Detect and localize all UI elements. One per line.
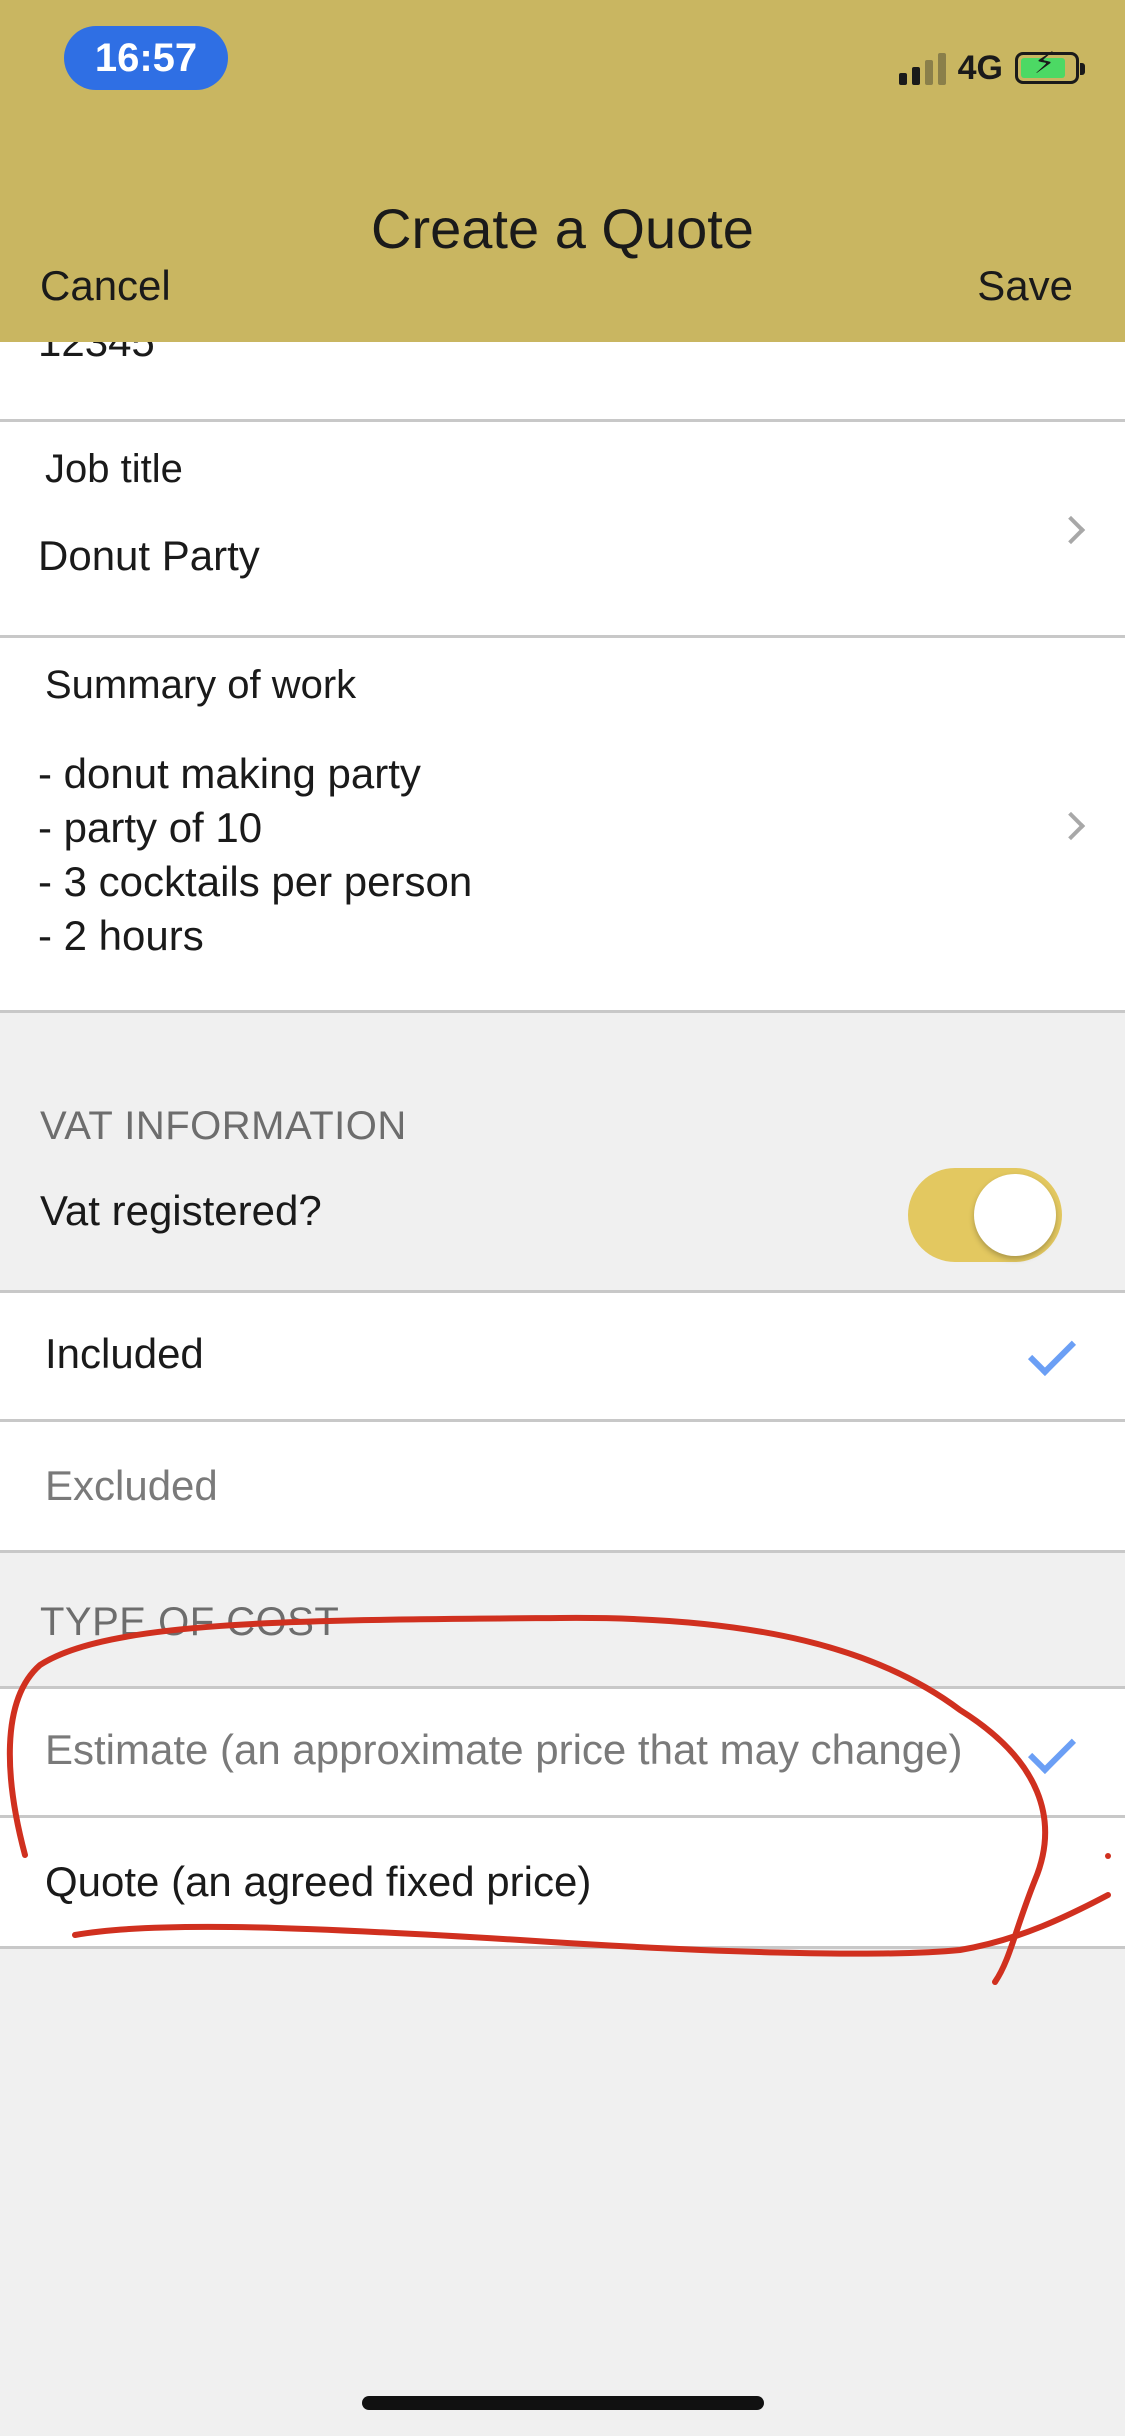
job-title-label: Job title — [45, 447, 183, 491]
cost-type-section-header: TYPE OF COST — [40, 1600, 340, 1644]
divider — [0, 1010, 1125, 1013]
vat-registered-toggle[interactable] — [908, 1168, 1062, 1262]
page-title: Create a Quote — [371, 197, 754, 260]
summary-line: - 2 hours — [38, 912, 204, 959]
cost-option-label: Quote (an agreed fixed price) — [45, 1858, 592, 1905]
save-button[interactable]: Save — [977, 262, 1073, 310]
summary-line: - party of 10 — [38, 804, 263, 851]
summary-line: - 3 cocktails per person — [38, 858, 473, 905]
divider — [0, 419, 1125, 422]
cost-option-label: Estimate (an approximate price that may … — [45, 1726, 963, 1773]
vat-option-label: Excluded — [45, 1462, 218, 1509]
cancel-button[interactable]: Cancel — [40, 262, 171, 310]
network-type: 4G — [957, 48, 1003, 87]
nav-header: 16:57 4G ⚡ Create a Quote Cancel Save — [0, 0, 1125, 342]
job-title-value: Donut Party — [38, 532, 260, 579]
summary-line: - donut making party — [38, 750, 421, 797]
battery-charging-icon: ⚡ — [1015, 49, 1085, 84]
vat-registered-label: Vat registered? — [40, 1187, 322, 1234]
summary-label: Summary of work — [45, 663, 357, 707]
home-indicator[interactable] — [362, 2396, 764, 2410]
vat-option-label: Included — [45, 1330, 204, 1377]
divider — [0, 635, 1125, 638]
divider — [0, 1946, 1125, 1949]
divider — [0, 1550, 1125, 1553]
signal-icon — [898, 51, 946, 85]
status-time: 16:57 — [64, 26, 228, 90]
status-indicators: 4G ⚡ — [898, 44, 1085, 92]
toggle-knob — [974, 1174, 1056, 1256]
vat-section-header: VAT INFORMATION — [40, 1104, 407, 1148]
